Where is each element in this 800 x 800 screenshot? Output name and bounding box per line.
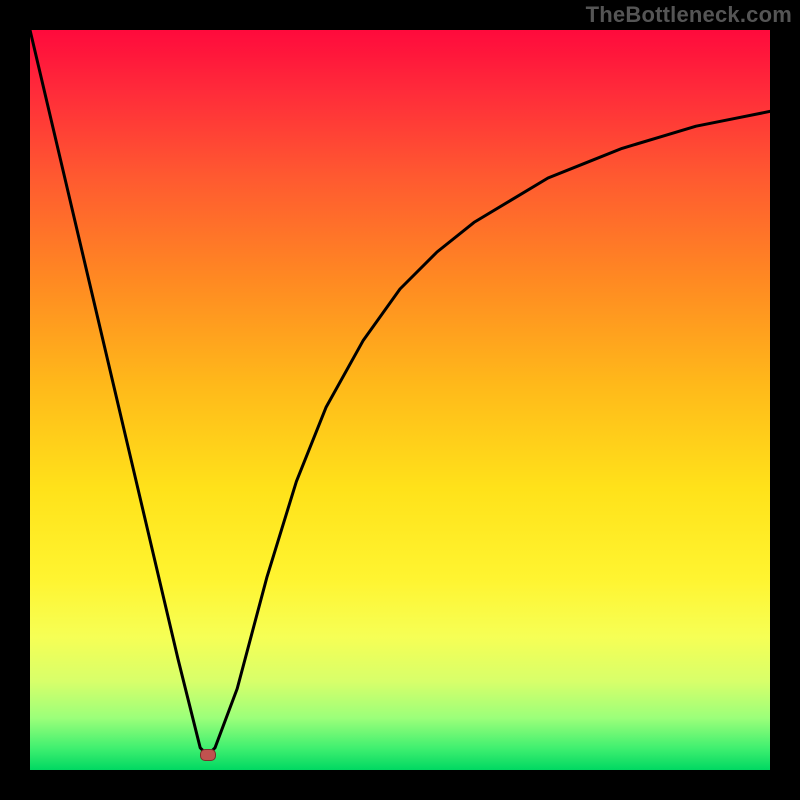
plot-area [30,30,770,770]
chart-frame: TheBottleneck.com [0,0,800,800]
curve-svg [30,30,770,770]
watermark-text: TheBottleneck.com [586,2,792,28]
bottleneck-curve [30,30,770,755]
optimal-point-marker [200,749,216,761]
